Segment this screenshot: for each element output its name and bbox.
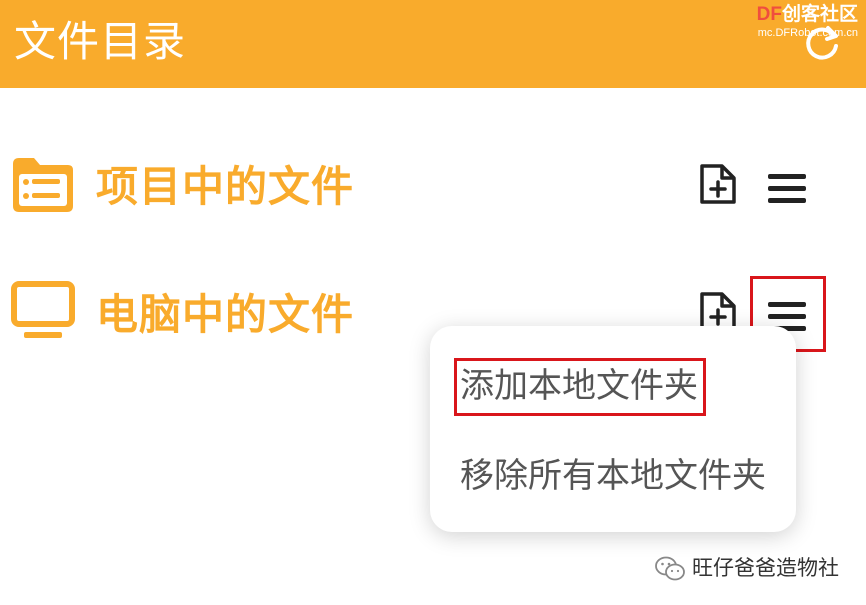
section-project-files[interactable]: 项目中的文件 bbox=[0, 142, 866, 232]
menu-item-highlight-box bbox=[454, 358, 706, 416]
folder-list-icon bbox=[13, 158, 73, 212]
watermark-url: mc.DFRobot.com.cn bbox=[757, 27, 858, 39]
add-file-icon[interactable] bbox=[698, 162, 738, 206]
section-label-computer: 电脑中的文件 bbox=[96, 290, 355, 339]
monitor-icon bbox=[11, 281, 75, 338]
watermark-top: DF创客社区 mc.DFRobot.com.cn bbox=[757, 4, 858, 40]
menu-item-remove-all-local-folders[interactable]: 移除所有本地文件夹 bbox=[460, 454, 766, 498]
watermark-bottom: 旺仔爸爸造物社 bbox=[654, 552, 839, 584]
wechat-icon bbox=[655, 556, 685, 581]
watermark-brand-suffix: 创客社区 bbox=[781, 4, 858, 25]
page-title: 文件目录 bbox=[14, 17, 187, 66]
watermark-bottom-text: 旺仔爸爸造物社 bbox=[692, 556, 839, 580]
dropdown-menu: 添加本地文件夹 移除所有本地文件夹 bbox=[430, 326, 796, 532]
section-label-project: 项目中的文件 bbox=[96, 162, 355, 211]
watermark-brand-prefix: DF bbox=[756, 4, 782, 25]
app-header: 文件目录 DF创客社区 mc.DFRobot.com.cn bbox=[0, 0, 866, 88]
menu-icon[interactable] bbox=[768, 174, 806, 206]
